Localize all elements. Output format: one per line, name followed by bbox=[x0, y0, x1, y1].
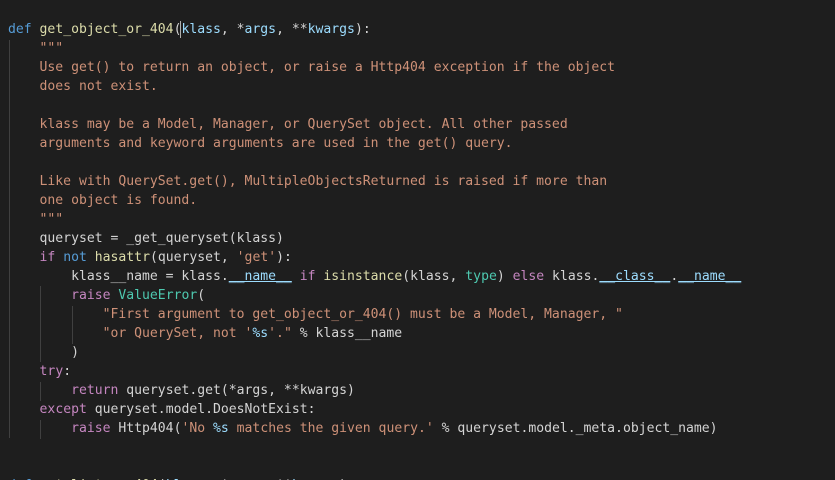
code-token: 'No bbox=[181, 421, 213, 436]
code-line[interactable]: Like with QuerySet.get(), MultipleObject… bbox=[8, 172, 608, 191]
code-line[interactable]: "or QuerySet, not '%s'." % klass__name bbox=[8, 324, 403, 343]
code-token: queryset = bbox=[8, 231, 127, 246]
code-line[interactable]: """ bbox=[8, 39, 64, 58]
code-line[interactable]: return queryset.get(*args, **kwargs) bbox=[8, 381, 355, 400]
code-editor[interactable]: def get_object_or_404 ( klass, *args, **kw… bbox=[0, 0, 835, 480]
code-token: try bbox=[39, 364, 64, 379]
code-token: return bbox=[71, 383, 119, 398]
code-token: not bbox=[63, 250, 87, 265]
code-line[interactable]: def get_list_or_404(klass, *args, **kwar… bbox=[8, 476, 355, 480]
code-token: , ** bbox=[276, 22, 308, 37]
code-token: (klass, bbox=[402, 269, 466, 284]
code-line[interactable]: try: bbox=[8, 362, 72, 381]
code-token: raise bbox=[71, 288, 111, 303]
code-token: one object is found. bbox=[8, 193, 198, 208]
code-line[interactable]: except queryset.model.DoesNotExist: bbox=[8, 400, 316, 419]
code-line[interactable]: one object is found. bbox=[8, 191, 198, 210]
code-token: type bbox=[465, 269, 497, 284]
code-token: ) bbox=[496, 269, 513, 284]
code-token: __class__ bbox=[599, 269, 671, 284]
code-token: "First argument to get_object_or_404() m… bbox=[8, 307, 623, 322]
code-token: kwargs bbox=[307, 22, 355, 37]
code-line[interactable]: if not hasattr(queryset, 'get'): bbox=[8, 248, 292, 267]
code-token: __name__ bbox=[228, 269, 292, 284]
code-token: isinstance bbox=[323, 269, 403, 284]
code-token: '." bbox=[268, 326, 292, 341]
code-line[interactable]: def get_object_or_404(klass, *args, **kw… bbox=[8, 20, 371, 39]
code-token: hasattr bbox=[94, 250, 150, 265]
code-token: Like with QuerySet.get(), MultipleObject… bbox=[8, 174, 608, 189]
code-token: ): bbox=[354, 22, 371, 37]
code-token: except bbox=[39, 402, 87, 417]
code-token: ): bbox=[276, 250, 292, 265]
code-token: Use get() to return an object, or raise … bbox=[8, 60, 615, 75]
code-token: (klass) bbox=[228, 231, 284, 246]
code-line[interactable]: Use get() to return an object, or raise … bbox=[8, 58, 615, 77]
code-token: ValueError bbox=[118, 288, 198, 303]
code-token: ) bbox=[8, 345, 79, 360]
code-token: ( bbox=[197, 288, 206, 303]
code-token: else bbox=[512, 269, 545, 284]
code-line[interactable]: """ bbox=[8, 210, 64, 229]
code-line[interactable]: does not exist. bbox=[8, 77, 158, 96]
code-token: (queryset, bbox=[149, 250, 237, 265]
code-line[interactable]: raise Http404('No %s matches the given q… bbox=[8, 419, 718, 438]
code-token: queryset.get(*args, **kwargs) bbox=[118, 383, 355, 398]
code-line[interactable]: ) bbox=[8, 343, 79, 362]
code-line[interactable]: "First argument to get_object_or_404() m… bbox=[8, 305, 623, 324]
code-token: % queryset.model._meta.object_name) bbox=[433, 421, 718, 436]
code-token: __name__ bbox=[678, 269, 742, 284]
code-token: klass bbox=[181, 22, 221, 37]
code-line[interactable]: arguments and keyword arguments are used… bbox=[8, 134, 513, 153]
code-token: : bbox=[63, 364, 72, 379]
code-token: """ bbox=[8, 41, 64, 56]
code-token: %s bbox=[252, 326, 269, 341]
code-token: %s bbox=[213, 421, 229, 436]
code-token: arguments and keyword arguments are used… bbox=[8, 136, 513, 151]
text-cursor bbox=[180, 21, 181, 38]
code-token: % klass__name bbox=[291, 326, 403, 341]
code-token: 'get' bbox=[236, 250, 277, 265]
code-token: if bbox=[299, 269, 316, 284]
code-line[interactable]: klass__name = klass.__name__ if isinstan… bbox=[8, 267, 741, 286]
code-token: klass. bbox=[544, 269, 600, 284]
code-token: "or QuerySet, not ' bbox=[8, 326, 253, 341]
code-token: does not exist. bbox=[8, 79, 158, 94]
code-token: Http404( bbox=[110, 421, 182, 436]
code-line[interactable]: raise ValueError( bbox=[8, 286, 205, 305]
code-token: if bbox=[39, 250, 56, 265]
code-token: klass may be a Model, Manager, or QueryS… bbox=[8, 117, 568, 132]
code-token: , * bbox=[220, 22, 245, 37]
code-token: _get_queryset bbox=[126, 231, 229, 246]
code-line[interactable]: klass may be a Model, Manager, or QueryS… bbox=[8, 115, 568, 134]
code-token: """ bbox=[8, 212, 64, 227]
code-token: raise bbox=[71, 421, 111, 436]
code-token: queryset.model.DoesNotExist: bbox=[86, 402, 316, 417]
code-token: def bbox=[8, 22, 32, 37]
code-token: get_object_or_404 bbox=[39, 22, 174, 37]
code-line[interactable]: queryset = _get_queryset(klass) bbox=[8, 229, 284, 248]
code-token: args bbox=[244, 22, 277, 37]
code-token: klass__name = klass. bbox=[8, 269, 229, 284]
code-token: matches the given query.' bbox=[228, 421, 434, 436]
